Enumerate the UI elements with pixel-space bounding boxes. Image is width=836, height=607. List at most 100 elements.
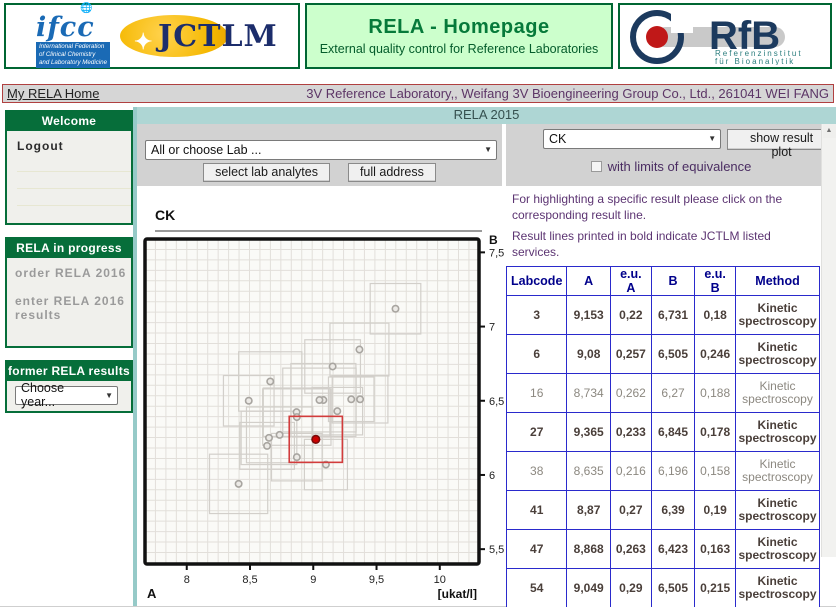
help-text-1: For highlighting a specific result pleas… (512, 192, 783, 222)
sidebar-item-enter-results[interactable]: enter RELA 2016 results (15, 294, 131, 322)
page-title: RELA - Homepage (368, 16, 550, 38)
title-box: RELA - Homepage External quality control… (305, 3, 613, 69)
cell-labcode: 38 (505, 451, 568, 492)
cell-method: Kinetic spectroscopy (735, 295, 820, 336)
svg-text:9,5: 9,5 (369, 574, 384, 586)
divider (17, 205, 131, 206)
logo-box: 🌐 ifcc International Federation of Clini… (4, 3, 300, 69)
cell-eua: 0,29 (609, 568, 652, 607)
cell-b: 6,845 (650, 412, 696, 453)
cell-a: 9,365 (566, 412, 611, 453)
cell-method: Kinetic spectroscopy (735, 490, 820, 531)
section-title: RELA 2015 (137, 107, 836, 124)
table-row[interactable]: 54 9,049 0,29 6,505 0,215 Kinetic spectroscopy (505, 568, 820, 607)
my-rela-home-link[interactable]: My RELA Home (7, 86, 99, 101)
cell-eub: 0,163 (694, 529, 736, 570)
scroll-up-icon[interactable]: ▲ (822, 124, 836, 138)
help-text-2: Result lines printed in bold indicate JC… (512, 229, 771, 259)
table-row[interactable]: 6 9,08 0,257 6,505 0,246 Kinetic spectroscopy (505, 334, 820, 375)
lab-select-value: All or choose Lab ... (151, 142, 262, 157)
limits-equivalence-checkbox[interactable] (590, 161, 602, 172)
rela-in-progress-box: RELA in progress order RELA 2016 enter R… (5, 237, 133, 348)
cell-eua: 0,27 (609, 490, 652, 531)
page-header: 🌐 ifcc International Federation of Clini… (0, 0, 836, 72)
column-header: Labcode (505, 266, 568, 297)
chevron-down-icon: ▼ (105, 390, 113, 400)
cell-eub: 0,158 (694, 451, 736, 492)
cell-eub: 0,19 (694, 490, 736, 531)
cell-labcode: 3 (505, 295, 568, 336)
cell-eub: 0,188 (694, 373, 736, 414)
topbar: My RELA Home 3V Reference Laboratory,, W… (2, 84, 834, 103)
table-row[interactable]: 16 8,734 0,262 6,27 0,188 Kinetic spectroscopy (505, 373, 820, 414)
rela-in-progress-title: RELA in progress (7, 239, 131, 258)
cell-method: Kinetic spectroscopy (735, 451, 820, 492)
cell-b: 6,505 (650, 568, 696, 607)
results-table: Labcode Ae.u. A Be.u. B Method 3 9,153 0,22 6,… (505, 266, 820, 607)
logout-link[interactable]: Logout (17, 139, 64, 153)
table-row[interactable]: 3 9,153 0,22 6,731 0,18 Kinetic spectroscopy (505, 295, 820, 336)
select-lab-analytes-button[interactable]: select lab analytes (203, 163, 330, 182)
cell-labcode: 27 (505, 412, 568, 453)
former-results-box: former RELA results Choose year... ▼ (5, 360, 133, 413)
chevron-down-icon: ▼ (708, 134, 717, 143)
svg-text:9: 9 (310, 574, 316, 586)
cell-labcode: 47 (505, 529, 568, 570)
ifcc-logo: 🌐 ifcc International Federation of Clini… (34, 3, 112, 68)
cell-a: 8,734 (566, 373, 611, 414)
analyte-select-value: CK (549, 131, 567, 146)
sidebar-item-order-rela[interactable]: order RELA 2016 (15, 266, 131, 280)
welcome-box: Welcome Logout (5, 110, 133, 225)
svg-text:[ukat/l]: [ukat/l] (438, 587, 477, 600)
cell-method: Kinetic spectroscopy (735, 412, 820, 453)
year-select-value: Choose year... (21, 381, 65, 409)
svg-text:6,5: 6,5 (489, 396, 504, 408)
svg-text:5,5: 5,5 (489, 544, 504, 556)
svg-text:B: B (489, 233, 498, 247)
cell-b: 6,505 (650, 334, 696, 375)
cell-a: 8,87 (566, 490, 611, 531)
right-panel-scrollbar[interactable]: ▲ (821, 124, 836, 557)
year-select[interactable]: Choose year... ▼ (15, 381, 118, 409)
cell-labcode: 41 (505, 490, 568, 531)
column-header: B (650, 266, 696, 297)
plot-area: CK 8 8,5 9 9,5 10 5,5 6 6,5 7 7,5 B A [ukat/l] (137, 186, 506, 607)
column-header: A (566, 266, 611, 297)
column-header: e.u. B (694, 266, 736, 297)
ifcc-subtitle: International Federation of Clinical Che… (35, 42, 111, 68)
cell-eua: 0,22 (609, 295, 652, 336)
analyte-select[interactable]: CK ▼ (543, 129, 722, 149)
lab-select[interactable]: All or choose Lab ... ▼ (145, 140, 497, 160)
welcome-box-title: Welcome (7, 112, 131, 131)
table-row[interactable]: 41 8,87 0,27 6,39 0,19 Kinetic spectroscopy (505, 490, 820, 531)
ck-scatter-plot[interactable]: 8 8,5 9 9,5 10 5,5 6 6,5 7 7,5B A [ukat/l] (137, 232, 511, 601)
cell-a: 8,868 (566, 529, 611, 570)
table-row[interactable]: 27 9,365 0,233 6,845 0,178 Kinetic spectroscop… (505, 412, 820, 453)
table-row[interactable]: 47 8,868 0,263 6,423 0,163 Kinetic spectroscop… (505, 529, 820, 570)
cell-b: 6,39 (650, 490, 696, 531)
chevron-down-icon: ▼ (484, 145, 492, 154)
results-panel: For highlighting a specific result pleas… (505, 186, 820, 607)
cell-b: 6,423 (650, 529, 696, 570)
cell-b: 6,731 (650, 295, 696, 336)
cell-b: 6,27 (650, 373, 696, 414)
cell-a: 9,153 (566, 295, 611, 336)
cell-method: Kinetic spectroscopy (735, 568, 820, 607)
divider (17, 188, 131, 189)
cell-b: 6,196 (650, 451, 696, 492)
cell-labcode: 54 (505, 568, 568, 607)
rfb-subtitle-2: für Bioanalytik (715, 57, 795, 65)
cell-labcode: 16 (505, 373, 568, 414)
svg-text:7: 7 (489, 322, 495, 334)
svg-text:6: 6 (489, 470, 495, 482)
column-header: e.u. A (609, 266, 652, 297)
jctlm-wordmark: JCTLM (158, 19, 278, 54)
rfb-logo: RfB Referenzinstitut für Bioanalytik (630, 10, 801, 65)
cell-labcode: 6 (505, 334, 568, 375)
cell-method: Kinetic spectroscopy (735, 373, 820, 414)
show-result-plot-button[interactable]: show result plot (727, 129, 836, 159)
full-address-button[interactable]: full address (347, 163, 436, 182)
cell-eub: 0,246 (694, 334, 736, 375)
table-row[interactable]: 38 8,635 0,216 6,196 0,158 Kinetic spectroscop… (505, 451, 820, 492)
ifcc-wordmark: ifcc (35, 12, 95, 44)
